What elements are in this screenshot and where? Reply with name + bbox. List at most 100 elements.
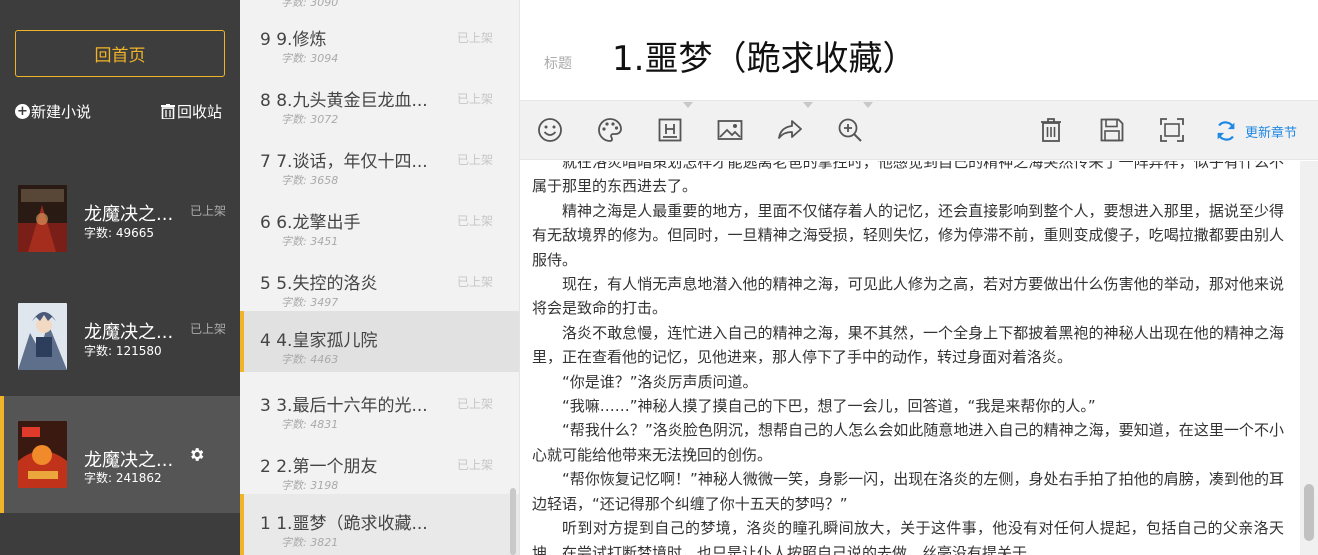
chapter-title: 9 9.修炼 xyxy=(260,30,327,50)
update-chapter-button[interactable]: 更新章节 xyxy=(1213,116,1297,146)
title-label: 标题 xyxy=(544,56,572,72)
chapter-title: 2 2.第一个朋友 xyxy=(260,457,378,477)
update-chapter-label: 更新章节 xyxy=(1245,125,1298,141)
paragraph: 精神之海是人最重要的地方，里面不仅储存着人的记忆，还会直接影响到整个人，要想进入… xyxy=(532,201,1284,269)
chapter-word-count: 字数: 3497 xyxy=(281,296,339,309)
novel-sidebar: 回首页 + 新建小说 回收站 龙魔决之... 字数: 49665 已上架 龙魔决… xyxy=(0,0,240,555)
zoom-dropdown-caret[interactable] xyxy=(863,102,873,108)
chapter-body: 就在洛炎暗暗策划怎样才能逃离老爸的掌控时，他感觉到自己的精神之海突然传来了一阵异… xyxy=(532,161,1284,555)
trash-icon xyxy=(161,104,175,119)
content-scrollbar-track[interactable] xyxy=(1300,161,1318,555)
novel-status: 已上架 xyxy=(190,204,227,218)
chapter-status: 已上架 xyxy=(457,92,494,106)
chapter-title-input[interactable]: 1.噩梦（跪求收藏） xyxy=(612,31,916,80)
chapter-item[interactable]: 8 8.九头黄金巨龙血... 字数: 3072 已上架 xyxy=(240,71,519,132)
chapter-title: 7 7.谈话，年仅十四... xyxy=(260,152,428,172)
editor-pane: 标题 1.噩梦（跪求收藏） 更新章节 就在洛炎暗暗策划怎样才能逃离老爸的掌控时，… xyxy=(520,0,1318,555)
chapter-word-count: 字数: 3821 xyxy=(281,536,339,549)
emoji-button[interactable] xyxy=(533,113,567,147)
share-button[interactable] xyxy=(773,113,807,147)
chapter-status: 已上架 xyxy=(457,153,494,167)
share-dropdown-caret[interactable] xyxy=(803,102,813,108)
chapter-indicator xyxy=(240,311,244,372)
recycle-bin-button[interactable]: 回收站 xyxy=(161,101,222,122)
chapter-status: 已上架 xyxy=(457,214,494,228)
novel-word-count: 字数: 49665 xyxy=(84,226,155,240)
novel-cover xyxy=(18,303,67,370)
trash-icon xyxy=(1041,118,1061,142)
delete-chapter-button[interactable] xyxy=(1034,113,1068,147)
floppy-disk-icon xyxy=(1100,118,1124,142)
chapter-status: 已上架 xyxy=(457,275,494,289)
novel-item[interactable]: 龙魔决之... 字数: 49665 已上架 xyxy=(0,172,240,272)
chapter-title: 8 8.九头黄金巨龙血... xyxy=(260,91,428,111)
paragraph: 洛炎不敢怠慢，连忙进入自己的精神之海，果不其然，一个全身上下都披着黑袍的神秘人出… xyxy=(532,323,1284,367)
novel-word-count: 字数: 241862 xyxy=(84,471,162,485)
novel-cover xyxy=(18,421,67,488)
novel-title: 龙魔决之... xyxy=(84,204,174,225)
novel-word-count: 字数: 121580 xyxy=(84,344,162,358)
new-novel-button[interactable]: + 新建小说 xyxy=(15,101,91,122)
chapter-word-count: 字数: 3072 xyxy=(281,113,339,126)
chapter-item[interactable]: 5 5.失控的洛炎 字数: 3497 已上架 xyxy=(240,254,519,315)
editor-toolbar: 更新章节 xyxy=(520,100,1318,160)
fullscreen-icon xyxy=(1160,118,1184,142)
chapter-list: 字数: 3090 9 9.修炼 字数: 3094 已上架 8 8.九头黄金巨龙血… xyxy=(240,0,520,555)
chapter-title: 1 1.噩梦（跪求收藏... xyxy=(260,514,428,534)
home-button[interactable]: 回首页 xyxy=(15,30,225,77)
zoom-button[interactable] xyxy=(833,113,867,147)
chapter-item[interactable]: 2 2.第一个朋友 字数: 3198 已上架 xyxy=(240,437,519,498)
chapter-word-count: 字数: 3198 xyxy=(281,479,339,492)
paragraph: 就在洛炎暗暗策划怎样才能逃离老爸的掌控时，他感觉到自己的精神之海突然传来了一阵异… xyxy=(532,161,1284,196)
zoom-in-icon xyxy=(838,118,862,142)
novel-item-active[interactable]: 龙魔决之... 字数: 241862 xyxy=(0,396,240,513)
chapter-item-current[interactable]: 1 1.噩梦（跪求收藏... 字数: 3821 xyxy=(240,494,519,555)
chapter-status: 已上架 xyxy=(457,458,494,472)
palette-icon xyxy=(598,118,622,142)
chapter-item[interactable]: 3 3.最后十六年的光... 字数: 4831 已上架 xyxy=(240,376,519,437)
active-indicator xyxy=(0,396,4,513)
novel-item[interactable]: 龙魔决之... 字数: 121580 已上架 xyxy=(0,290,240,390)
chapter-title: 3 3.最后十六年的光... xyxy=(260,396,428,416)
chapter-list-scrollbar[interactable] xyxy=(510,488,516,555)
paragraph: “帮你恢复记忆啊！”神秘人微微一笑，身影一闪，出现在洛炎的左侧，身处右手拍了拍他… xyxy=(532,470,1284,513)
novel-status: 已上架 xyxy=(190,322,227,336)
fullscreen-button[interactable] xyxy=(1155,113,1189,147)
color-button[interactable] xyxy=(593,113,627,147)
novel-title: 龙魔决之... xyxy=(84,322,174,343)
chapter-word-count: 字数: 3090 xyxy=(281,0,339,9)
recycle-bin-label: 回收站 xyxy=(177,103,223,121)
content-scrollbar-thumb[interactable] xyxy=(1304,484,1314,541)
chapter-word-count: 字数: 3094 xyxy=(281,52,339,65)
chapter-word-count: 字数: 4463 xyxy=(281,353,339,366)
save-button[interactable] xyxy=(1095,113,1129,147)
new-novel-label: 新建小说 xyxy=(31,103,92,121)
paragraph: “你是谁？”洛炎厉声质问道。 xyxy=(562,372,758,391)
paragraph: “帮我什么？”洛炎脸色阴沉，想帮自己的人怎么会如此随意地进入自己的精神之海，要知… xyxy=(532,421,1284,464)
chapter-item[interactable]: 9 9.修炼 字数: 3094 已上架 xyxy=(240,10,519,71)
chapter-item[interactable]: 6 6.龙擎出手 字数: 3451 已上架 xyxy=(240,193,519,254)
chapter-word-count: 字数: 4831 xyxy=(281,418,339,431)
chapter-item-highlighted[interactable]: 4 4.皇家孤儿院 字数: 4463 xyxy=(240,311,519,372)
paragraph: “我嘛……”神秘人摸了摸自己的下巴，想了一会儿，回答道，“我是来帮你的人。” xyxy=(562,397,1096,416)
image-button[interactable] xyxy=(713,113,747,147)
chapter-word-count: 字数: 3451 xyxy=(281,235,339,248)
image-icon xyxy=(717,120,743,140)
chapter-content-editor[interactable]: 就在洛炎暗暗策划怎样才能逃离老爸的掌控时，他感觉到自己的精神之海突然传来了一阵异… xyxy=(520,161,1300,555)
chapter-indicator xyxy=(240,494,244,555)
plus-circle-icon: + xyxy=(15,104,30,119)
paragraph: 现在，有人悄无声息地潜入他的精神之海，可见此人修为之高，若对方要做出什么伤害他的… xyxy=(532,275,1284,318)
gear-icon[interactable] xyxy=(188,446,205,463)
heading-button[interactable] xyxy=(653,113,687,147)
share-arrow-icon xyxy=(778,120,802,139)
heading-dropdown-caret[interactable] xyxy=(683,102,693,108)
paragraph: 听到对方提到自己的梦境，洛炎的瞳孔瞬间放大，关于这件事，他没有对任何人提起，包括… xyxy=(532,519,1284,555)
novel-cover xyxy=(18,185,67,252)
chapter-word-count: 字数: 3658 xyxy=(281,174,339,187)
chapter-item[interactable]: 7 7.谈话，年仅十四... 字数: 3658 已上架 xyxy=(240,132,519,193)
smiley-icon xyxy=(538,118,562,142)
refresh-icon xyxy=(1217,121,1235,141)
chapter-title: 5 5.失控的洛炎 xyxy=(260,274,378,294)
chapter-status: 已上架 xyxy=(457,397,494,411)
chapter-title: 6 6.龙擎出手 xyxy=(260,213,361,233)
